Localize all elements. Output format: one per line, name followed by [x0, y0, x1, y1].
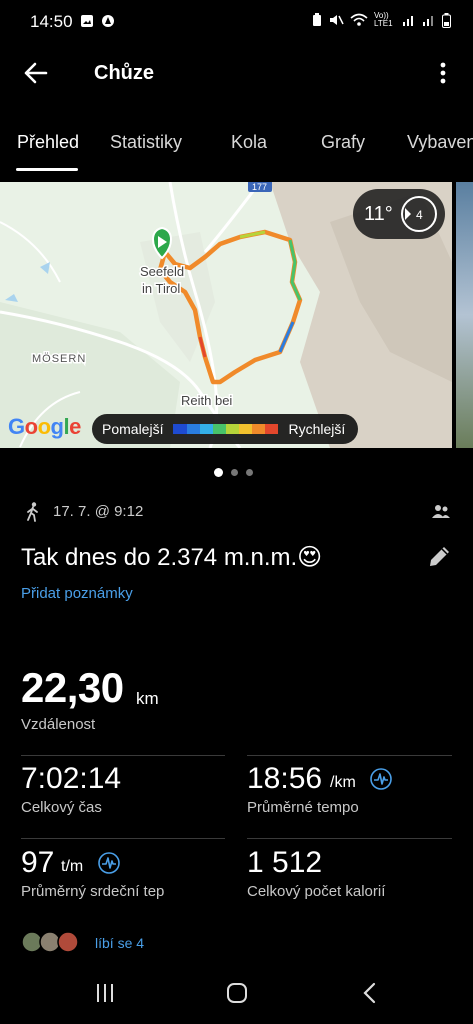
pulse-icon[interactable] [98, 852, 120, 874]
tab-laps[interactable]: Kola [231, 132, 267, 153]
pace-color-segment [252, 424, 266, 434]
battery-saver-icon [313, 13, 321, 26]
divider [247, 838, 452, 839]
place-label-seefeld: Seefeld [140, 264, 184, 279]
avg-pace-value: 18:56 [247, 762, 323, 795]
status-right-icons: Vo)) LTE1 [312, 12, 451, 28]
app-notification-icon [102, 15, 114, 27]
avatar [57, 931, 79, 953]
signal-icon [403, 16, 413, 26]
wind-direction-icon: 4 [401, 196, 437, 232]
tab-charts[interactable]: Grafy [321, 132, 365, 153]
add-notes-link[interactable]: Přidat poznámky [21, 585, 133, 602]
activity-title: Tak dnes do 2.374 m.n.m.😍 [21, 544, 323, 571]
divider [21, 755, 225, 756]
road-number: 177 [252, 182, 267, 192]
distance-unit: km [136, 689, 159, 708]
pace-color-segment [239, 424, 253, 434]
system-nav-bar [0, 966, 473, 1024]
pager-dots [214, 468, 253, 477]
weather-widget: 11° 4 [353, 189, 445, 239]
pace-color-segment [199, 424, 213, 434]
battery-icon [442, 12, 451, 28]
total-time-value: 7:02:14 [21, 762, 122, 795]
people-icon[interactable] [432, 504, 450, 520]
town-area [140, 232, 215, 362]
photo-preview-peek[interactable] [456, 182, 473, 448]
pace-color-segment [186, 424, 200, 434]
road-west [0, 221, 61, 283]
walking-icon [27, 502, 38, 522]
avg-hr-label: Průměrný srdeční tep [21, 883, 165, 900]
wifi-icon [350, 13, 368, 26]
pager-dot [246, 469, 253, 476]
tab-equipment[interactable]: Vybaven [407, 132, 473, 153]
divider [21, 838, 225, 839]
tab-statistics[interactable]: Statistiky [110, 132, 182, 153]
pace-faster-label: Rychlejší [288, 421, 346, 437]
avatar [39, 931, 61, 953]
pace-gradient-bar [173, 424, 279, 434]
pencil-icon[interactable] [426, 544, 452, 570]
page-title: Chůze [94, 62, 154, 84]
avg-pace-unit: /km [330, 774, 356, 791]
divider [247, 755, 452, 756]
avatar [21, 931, 43, 953]
pace-color-segment [225, 424, 240, 434]
wind-value: 4 [416, 208, 423, 222]
google-logo: Google [8, 414, 81, 439]
liker-avatars[interactable] [21, 931, 79, 953]
pager-dot [231, 469, 238, 476]
status-bar: 14:50 Vo)) LTE1 [0, 0, 473, 44]
recents-icon[interactable] [94, 982, 116, 1004]
distance-value: 22,30 [21, 664, 124, 711]
tab-active-indicator [16, 168, 78, 171]
route-segment-faster [278, 321, 295, 353]
avg-pace-label: Průměrné tempo [247, 799, 359, 816]
activity-date: 17. 7. @ 9:12 [53, 503, 144, 520]
avg-hr-unit: t/m [61, 858, 84, 875]
gallery-icon [81, 15, 93, 27]
back-nav-icon[interactable] [360, 982, 380, 1004]
place-label-reith: Reith bei [181, 393, 232, 408]
distance-label: Vzdálenost [21, 716, 96, 733]
lake-icon-2 [40, 262, 50, 274]
place-label-mosern: MÖSERN [32, 353, 86, 365]
mute-icon [330, 15, 344, 25]
weather-temperature: 11° [364, 203, 393, 225]
avg-hr-value: 97 [21, 846, 55, 879]
total-time-label: Celkový čas [21, 799, 102, 816]
pace-color-segment [173, 424, 187, 434]
pulse-icon[interactable] [370, 768, 392, 790]
pace-color-segment [212, 424, 226, 434]
route-map[interactable]: 177 Seefeld in Tirol MÖSERN Reith bei 11… [0, 182, 452, 448]
signal-2-icon [423, 16, 433, 26]
pager-dot-active [214, 468, 223, 477]
network-label: Vo)) LTE1 [374, 11, 393, 28]
home-icon[interactable] [226, 982, 248, 1004]
pace-slower-label: Pomalejší [102, 421, 164, 437]
likes-link[interactable]: líbí se 4 [95, 935, 144, 951]
lake-icon [5, 294, 18, 302]
status-time: 14:50 [30, 12, 73, 31]
arrow-left-icon[interactable] [18, 58, 52, 88]
calories-label: Celkový počet kalorií [247, 883, 386, 900]
tab-bar: Přehled Statistiky Kola Grafy Vybaven [0, 112, 473, 174]
tab-overview[interactable]: Přehled [17, 132, 79, 153]
pace-legend: Pomalejší Rychlejší [92, 414, 358, 444]
more-vertical-icon[interactable] [431, 58, 455, 88]
pace-color-segment [265, 424, 279, 434]
place-label-tirol: in Tirol [142, 281, 180, 296]
app-bar: Chůze [0, 44, 473, 102]
calories-value: 1 512 [247, 846, 323, 879]
